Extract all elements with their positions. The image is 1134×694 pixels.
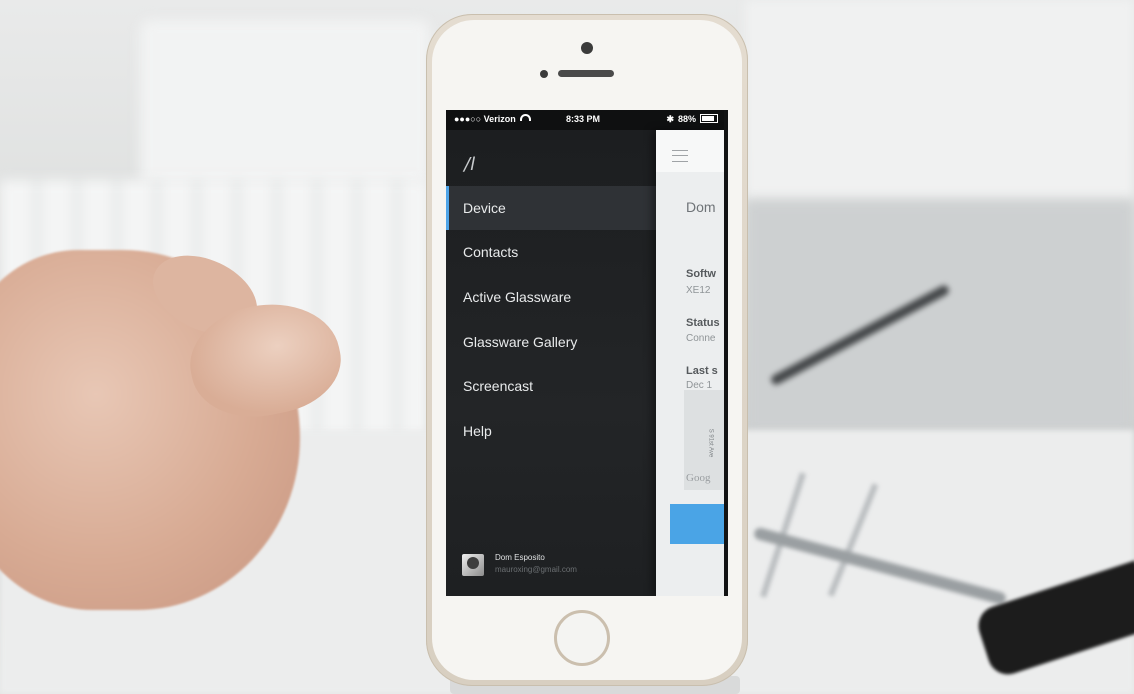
background-desk-far [745, 200, 1134, 435]
menu-item-label: Glassware Gallery [463, 334, 578, 350]
last-sync-label: Last s [686, 365, 718, 377]
map-brand-label: Goog [686, 472, 711, 484]
side-menu: /l Device Contacts Active Glassware Glas… [446, 130, 656, 596]
menu-item-label: Active Glassware [463, 289, 572, 305]
wifi-icon [519, 114, 531, 121]
device-name: Dom [686, 199, 716, 215]
status-label: Status [686, 317, 720, 329]
user-email: mauroxing@gmail.com [495, 565, 577, 574]
proximity-sensor [540, 70, 548, 78]
menu-item-label: Device [463, 200, 506, 216]
action-button[interactable] [670, 504, 724, 544]
status-time: 8:33 PM [566, 114, 601, 124]
earpiece-speaker [558, 70, 614, 77]
menu-item-label: Contacts [463, 244, 519, 260]
avatar [462, 554, 484, 576]
front-camera [581, 42, 593, 54]
software-value: XE12 [686, 285, 711, 296]
menu-item-screencast[interactable]: Screencast [446, 364, 656, 408]
content-text-layer: Dom Softw XE12 Status Conne Last s Dec 1… [656, 110, 724, 596]
menu-item-glassware-gallery[interactable]: Glassware Gallery [446, 320, 656, 364]
software-label: Softw [686, 268, 716, 280]
user-name: Dom Esposito [495, 553, 545, 562]
menu-item-label: Screencast [463, 378, 534, 394]
glass-logo-icon: /l [464, 154, 476, 175]
home-button[interactable] [554, 610, 610, 666]
menu-item-contacts[interactable]: Contacts [446, 230, 656, 274]
background-keyboard [140, 20, 430, 185]
status-value: Conne [686, 333, 716, 344]
carrier-signal: ●●●○○ Verizon [454, 114, 531, 124]
background-wall [745, 0, 1134, 200]
menu-item-device[interactable]: Device [446, 186, 656, 230]
carrier-text: ●●●○○ Verizon [454, 114, 516, 124]
menu-item-active-glassware[interactable]: Active Glassware [446, 275, 656, 319]
user-account[interactable]: Dom Esposito mauroxing@gmail.com [462, 550, 652, 580]
menu-item-label: Help [463, 423, 492, 439]
menu-item-help[interactable]: Help [446, 409, 656, 453]
map-street-label: S 91st Ave [707, 428, 714, 458]
screen-bezel-edge [724, 110, 728, 596]
